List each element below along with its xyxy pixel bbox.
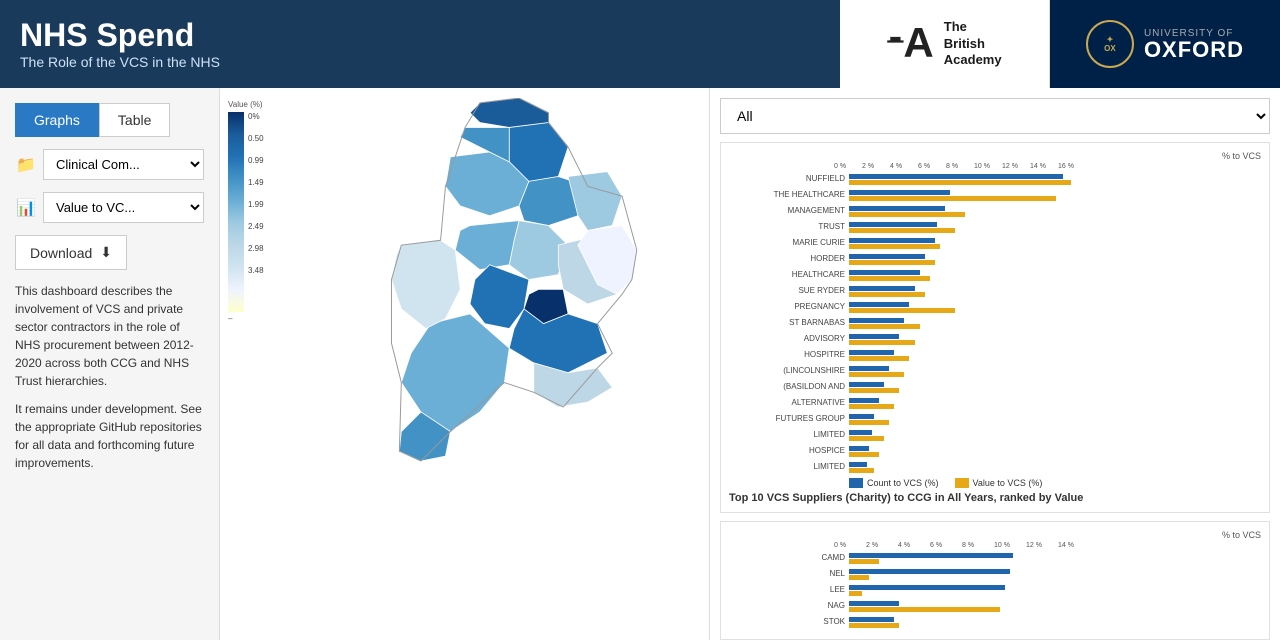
chart1-bar-row: MARIE CURIE	[729, 236, 1261, 250]
chart2-bar-row: NEL	[729, 567, 1261, 581]
chart1-axis-label: % to VCS	[1222, 151, 1261, 161]
chart2-bars: CAMD NEL LEE NAG STOK	[729, 551, 1261, 629]
ba-name: The British Academy	[944, 19, 1002, 70]
app-subtitle: The Role of the VCS in the NHS	[20, 54, 220, 70]
count-legend-label: Count to VCS (%)	[867, 478, 939, 488]
value-swatch	[955, 478, 969, 488]
all-dropdown[interactable]: All	[720, 98, 1270, 134]
chart1-bar-row: FUTURES GROUP	[729, 412, 1261, 426]
header: NHS Spend The Role of the VCS in the NHS…	[0, 0, 1280, 88]
chart2-bar-row: STOK	[729, 615, 1261, 629]
chart2-axis-label: % to VCS	[1222, 530, 1261, 540]
header-logos: 𝄼A The British Academy ✦OX UNIVERSITY OF…	[840, 0, 1280, 88]
chart1-section: % to VCS 0 % 2 % 4 % 6 % 8 % 10 % 12 % 1…	[720, 142, 1270, 513]
filter2-row: 📊 Value to VC...	[15, 192, 204, 223]
right-panel: All % to VCS 0 % 2 % 4 % 6 % 8 % 10 % 12…	[710, 88, 1280, 640]
filter1-row: 📁 Clinical Com...	[15, 149, 204, 180]
legend-bottom-dash: –	[228, 314, 263, 323]
chart1-bar-row: MANAGEMENT	[729, 204, 1261, 218]
chart1-legend: Count to VCS (%) Value to VCS (%)	[849, 478, 1261, 488]
chart1-bar-row: LIMITED	[729, 460, 1261, 474]
chart1-bar-row: HOSPICE	[729, 444, 1261, 458]
england-map-svg	[270, 98, 670, 618]
oxford-seal: ✦OX	[1086, 20, 1134, 68]
description-text: This dashboard describes the involvement…	[15, 282, 204, 482]
chart1-title: Top 10 VCS Suppliers (Charity) to CCG in…	[729, 492, 1261, 504]
tab-table[interactable]: Table	[99, 103, 170, 137]
chart1-bar-row: PREGNANCY	[729, 300, 1261, 314]
chart1-bar-row: (LINCOLNSHIRE	[729, 364, 1261, 378]
chart1-bar-row: ALTERNATIVE	[729, 396, 1261, 410]
desc-para-2: It remains under development. See the ap…	[15, 400, 204, 472]
chart1-x-axis: 0 % 2 % 4 % 6 % 8 % 10 % 12 % 14 % 16 %	[834, 163, 1261, 170]
chart1-bar-row: ST BARNABAS	[729, 316, 1261, 330]
oxford-text: UNIVERSITY OF OXFORD	[1144, 28, 1244, 61]
download-icon: ⬇	[100, 244, 112, 261]
chart2-bar-row: CAMD	[729, 551, 1261, 565]
chart1-bar-row: NUFFIELD	[729, 172, 1261, 186]
chart1-bar-row: (BASILDON AND	[729, 380, 1261, 394]
chart2-x-axis: 0 % 2 % 4 % 6 % 8 % 10 % 12 % 14 %	[834, 542, 1261, 549]
map-container: Value (%) 0% 0.50 0.99 1.49 1.99 2.49 2.…	[220, 88, 709, 640]
chart1-bar-row: LIMITED	[729, 428, 1261, 442]
chart2-bar-row: NAG	[729, 599, 1261, 613]
download-button[interactable]: Download ⬇	[15, 235, 127, 270]
header-title: NHS Spend The Role of the VCS in the NHS	[20, 18, 220, 69]
main-layout: Graphs Table 📁 Clinical Com... 📊 Value t…	[0, 88, 1280, 640]
app-title: NHS Spend	[20, 18, 220, 53]
desc-para-1: This dashboard describes the involvement…	[15, 282, 204, 390]
count-swatch	[849, 478, 863, 488]
value-legend-label: Value to VCS (%)	[973, 478, 1043, 488]
legend-title: Value (%)	[228, 100, 263, 109]
chart1-bars: NUFFIELD THE HEALTHCARE MANAGEMENT TRUST MAR…	[729, 172, 1261, 474]
download-label: Download	[30, 245, 92, 261]
oxford-logo: ✦OX UNIVERSITY OF OXFORD	[1050, 0, 1280, 88]
map-legend: Value (%) 0% 0.50 0.99 1.49 1.99 2.49 2.…	[228, 100, 263, 323]
chart1-bar-row: ADVISORY	[729, 332, 1261, 346]
chart2-bar-row: LEE	[729, 583, 1261, 597]
clinical-commissioner-select[interactable]: Clinical Com...	[43, 149, 204, 180]
ba-monogram: 𝄼A	[887, 19, 933, 68]
map-area: Value (%) 0% 0.50 0.99 1.49 1.99 2.49 2.…	[220, 88, 710, 640]
chart1-bar-row: HOSPITRE	[729, 348, 1261, 362]
chart1-bar-row: HORDER	[729, 252, 1261, 266]
value-vcs-select[interactable]: Value to VC...	[43, 192, 204, 223]
chart-icon: 📊	[15, 198, 37, 218]
chart1-bar-row: SUE RYDER	[729, 284, 1261, 298]
legend-gradient	[228, 112, 244, 312]
folder-icon: 📁	[15, 155, 37, 175]
tab-graphs[interactable]: Graphs	[15, 103, 99, 137]
british-academy-logo: 𝄼A The British Academy	[840, 0, 1050, 88]
sidebar: Graphs Table 📁 Clinical Com... 📊 Value t…	[0, 88, 220, 640]
chart1-bar-row: THE HEALTHCARE	[729, 188, 1261, 202]
chart2-section: % to VCS 0 % 2 % 4 % 6 % 8 % 10 % 12 % 1…	[720, 521, 1270, 640]
chart1-bar-row: TRUST	[729, 220, 1261, 234]
chart1-bar-row: HEALTHCARE	[729, 268, 1261, 282]
tab-row: Graphs Table	[15, 103, 204, 137]
